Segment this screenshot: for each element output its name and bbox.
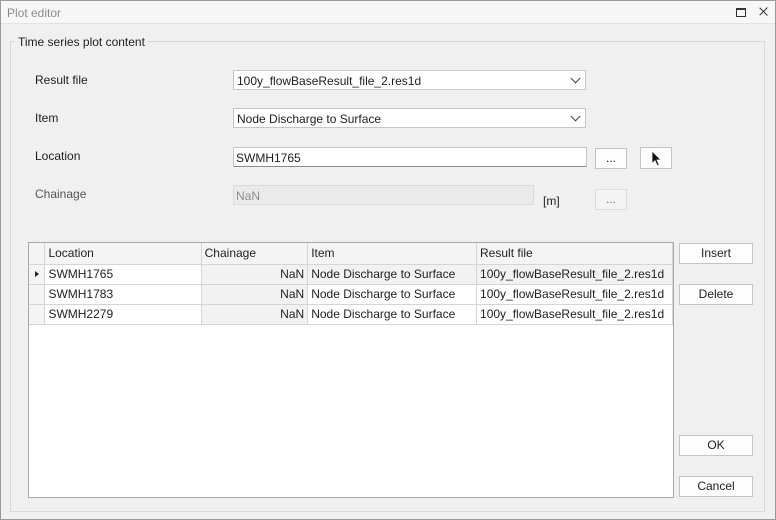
group-legend: Time series plot content — [15, 35, 148, 49]
row-header[interactable] — [29, 304, 46, 325]
title-bar: Plot editor — [1, 1, 775, 24]
chainage-label: Chainage — [35, 187, 87, 201]
cell-result-file[interactable]: 100y_flowBaseResult_file_2.res1d — [476, 264, 673, 285]
maximize-icon[interactable] — [733, 4, 749, 20]
table-row[interactable]: SWMH1765 NaN Node Discharge to Surface 1… — [29, 264, 673, 285]
cell-location[interactable]: SWMH2279 — [44, 304, 202, 325]
item-value: Node Discharge to Surface — [237, 112, 382, 126]
cell-chainage[interactable]: NaN — [201, 304, 309, 325]
cell-result-file[interactable]: 100y_flowBaseResult_file_2.res1d — [476, 304, 673, 325]
cancel-button[interactable]: Cancel — [679, 476, 753, 497]
chainage-input[interactable]: NaN — [233, 185, 534, 205]
grid-header-row: Location Chainage Item Result file — [29, 243, 673, 265]
location-value: SWMH1765 — [236, 151, 301, 165]
column-header-chainage[interactable]: Chainage — [201, 243, 309, 265]
grid-table: Location Chainage Item Result file SWMH1… — [29, 243, 673, 325]
cell-item[interactable]: Node Discharge to Surface — [307, 264, 478, 285]
table-row[interactable]: SWMH1783 NaN Node Discharge to Surface 1… — [29, 284, 673, 305]
chainage-unit: [m] — [543, 194, 560, 208]
row-header[interactable] — [29, 264, 46, 285]
result-file-label: Result file — [35, 73, 88, 87]
item-combo[interactable]: Node Discharge to Surface — [233, 108, 586, 128]
ok-button[interactable]: OK — [679, 435, 753, 456]
result-file-combo[interactable]: 100y_flowBaseResult_file_2.res1d — [233, 70, 586, 90]
column-header-result-file[interactable]: Result file — [476, 243, 673, 265]
chevron-down-icon — [570, 111, 581, 122]
cell-location[interactable]: SWMH1783 — [44, 284, 202, 305]
window-title: Plot editor — [7, 6, 62, 20]
cell-item[interactable]: Node Discharge to Surface — [307, 304, 478, 325]
item-label: Item — [35, 111, 59, 125]
grid-corner-cell — [29, 243, 46, 265]
result-file-value: 100y_flowBaseResult_file_2.res1d — [237, 74, 422, 88]
row-pointer-icon — [35, 271, 39, 277]
location-input[interactable]: SWMH1765 — [233, 147, 587, 167]
location-browse-button[interactable]: ... — [595, 148, 627, 169]
cell-item[interactable]: Node Discharge to Surface — [307, 284, 478, 305]
row-header[interactable] — [29, 284, 46, 305]
chevron-down-icon — [570, 73, 581, 84]
plot-items-grid[interactable]: Location Chainage Item Result file SWMH1… — [28, 242, 674, 498]
close-icon[interactable] — [756, 4, 772, 20]
column-header-location[interactable]: Location — [44, 243, 202, 265]
cell-result-file[interactable]: 100y_flowBaseResult_file_2.res1d — [476, 284, 673, 305]
cursor-pointer-icon — [651, 150, 662, 167]
chainage-value: NaN — [236, 189, 261, 203]
insert-button[interactable]: Insert — [679, 243, 753, 264]
cell-chainage[interactable]: NaN — [201, 264, 309, 285]
column-header-item[interactable]: Item — [307, 243, 478, 265]
delete-button[interactable]: Delete — [679, 284, 753, 305]
chainage-browse-button[interactable]: ... — [595, 189, 627, 210]
pick-location-button[interactable] — [640, 147, 672, 169]
location-label: Location — [35, 149, 81, 163]
table-row[interactable]: SWMH2279 NaN Node Discharge to Surface 1… — [29, 304, 673, 325]
cell-chainage[interactable]: NaN — [201, 284, 309, 305]
cell-location[interactable]: SWMH1765 — [44, 264, 202, 285]
